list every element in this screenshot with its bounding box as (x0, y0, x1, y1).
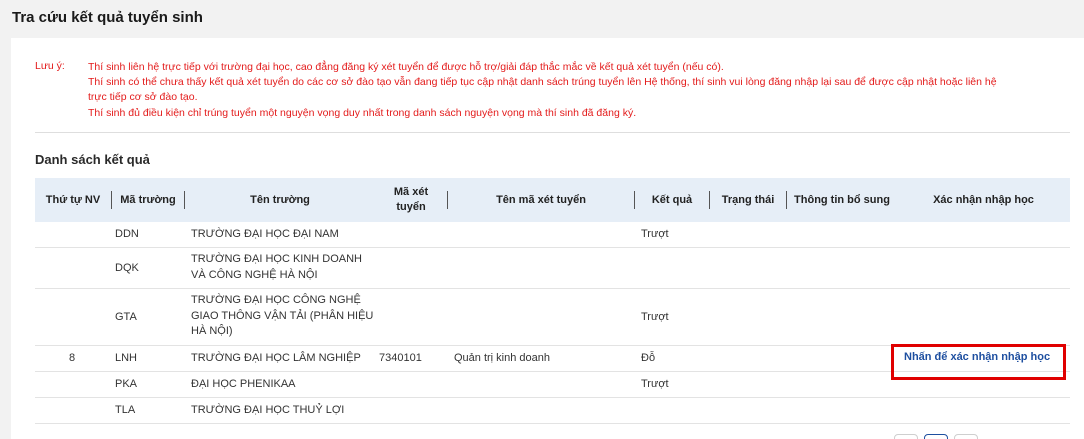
note-line: Thí sinh liên hệ trực tiếp với trường đạ… (88, 61, 724, 73)
column-header-admission-code-line: tuyển (396, 201, 426, 213)
school-name-line: TRƯỜNG ĐẠI HỌC CÔNG NGHỆ (191, 294, 361, 306)
school-code: DQK (115, 262, 139, 274)
school-name: TRƯỜNG ĐẠI HỌC LÂM NGHIỆP (191, 352, 361, 364)
page-title: Tra cứu kết quả tuyển sinh (12, 9, 203, 26)
column-header-status: Trạng thái (721, 193, 775, 206)
admission-code: 7340101 (379, 352, 422, 364)
school-name: TRƯỜNG ĐẠI HỌC THUỶ LỢI (191, 404, 345, 416)
school-name: TRƯỜNG ĐẠI HỌC ĐẠI NAM (191, 228, 339, 240)
school-code: GTA (115, 311, 137, 323)
note-line: Thí sinh đủ điều kiện chỉ trúng tuyển mộ… (88, 106, 637, 119)
notes-lines: Thí sinh liên hệ trực tiếp với trường đạ… (88, 60, 1078, 121)
school-name-line: VÀ CÔNG NGHỆ HÀ NỘI (191, 268, 318, 281)
column-header-confirm: Xác nhận nhập học (933, 193, 1034, 206)
table-row: GTA TRƯỜNG ĐẠI HỌC CÔNG NGHỆ GIAO THÔNG … (35, 289, 1070, 346)
table-row: TLA TRƯỜNG ĐẠI HỌC THUỶ LỢI (35, 398, 1070, 424)
note-line: trực tiếp cơ sở đào tạo. (88, 91, 198, 104)
order-value: 8 (69, 352, 76, 364)
column-header-admission-code: Mã xét tuyển (375, 178, 447, 222)
table-row: DDN TRƯỜNG ĐẠI HỌC ĐẠI NAM Trượt (35, 222, 1070, 248)
column-header-extra-info: Thông tin bổ sung (794, 193, 890, 206)
page-header: Tra cứu kết quả tuyển sinh (0, 0, 1084, 36)
pagination-prev-button[interactable] (894, 434, 918, 439)
pagination-next-button[interactable] (954, 434, 978, 439)
result-value: Đỗ (641, 352, 656, 364)
column-header-result: Kết quả (651, 193, 693, 206)
school-name-line: HÀ NỘI) (191, 325, 233, 337)
admission-name: Quản trị kinh doanh (454, 352, 551, 364)
column-header-order: Thứ tự NV (45, 193, 101, 206)
school-code: PKA (115, 378, 138, 390)
column-header-school-name: Tên trường (250, 193, 310, 206)
column-header-school-code: Mã trường (120, 193, 176, 206)
results-section-title: Danh sách kết quả (35, 152, 150, 167)
school-name: ĐẠI HỌC PHENIKAA (191, 378, 296, 390)
notes-label: Lưu ý: (35, 60, 65, 72)
school-name: TRƯỜNG ĐẠI HỌC CÔNG NGHỆ GIAO THÔNG VẬN … (191, 293, 373, 340)
results-table-header: Thứ tự NV Mã trường Tên trường Mã xét tu… (35, 178, 1070, 222)
section-divider (35, 132, 1070, 133)
pagination-page-button[interactable] (924, 434, 948, 439)
result-value: Trượt (641, 378, 669, 390)
school-code: LNH (115, 352, 138, 364)
table-row: DQK TRƯỜNG ĐẠI HỌC KINH DOANH VÀ CÔNG NG… (35, 248, 1070, 289)
note-line: Thí sinh có thể chưa thấy kết quả xét tu… (88, 76, 997, 89)
school-code: DDN (115, 228, 139, 240)
highlight-annotation (891, 344, 1066, 380)
school-code: TLA (115, 404, 136, 416)
column-header-admission-name: Tên mã xét tuyển (496, 193, 586, 206)
column-header-admission-code-line: Mã xét (393, 186, 429, 198)
school-name: TRƯỜNG ĐẠI HỌC KINH DOANH VÀ CÔNG NGHỆ H… (191, 252, 362, 283)
school-name-line: GIAO THÔNG VẬN TẢI (PHÂN HIỆU (191, 309, 374, 322)
result-value: Trượt (641, 311, 669, 323)
result-value: Trượt (641, 228, 669, 240)
school-name-line: TRƯỜNG ĐẠI HỌC KINH DOANH (191, 253, 362, 265)
